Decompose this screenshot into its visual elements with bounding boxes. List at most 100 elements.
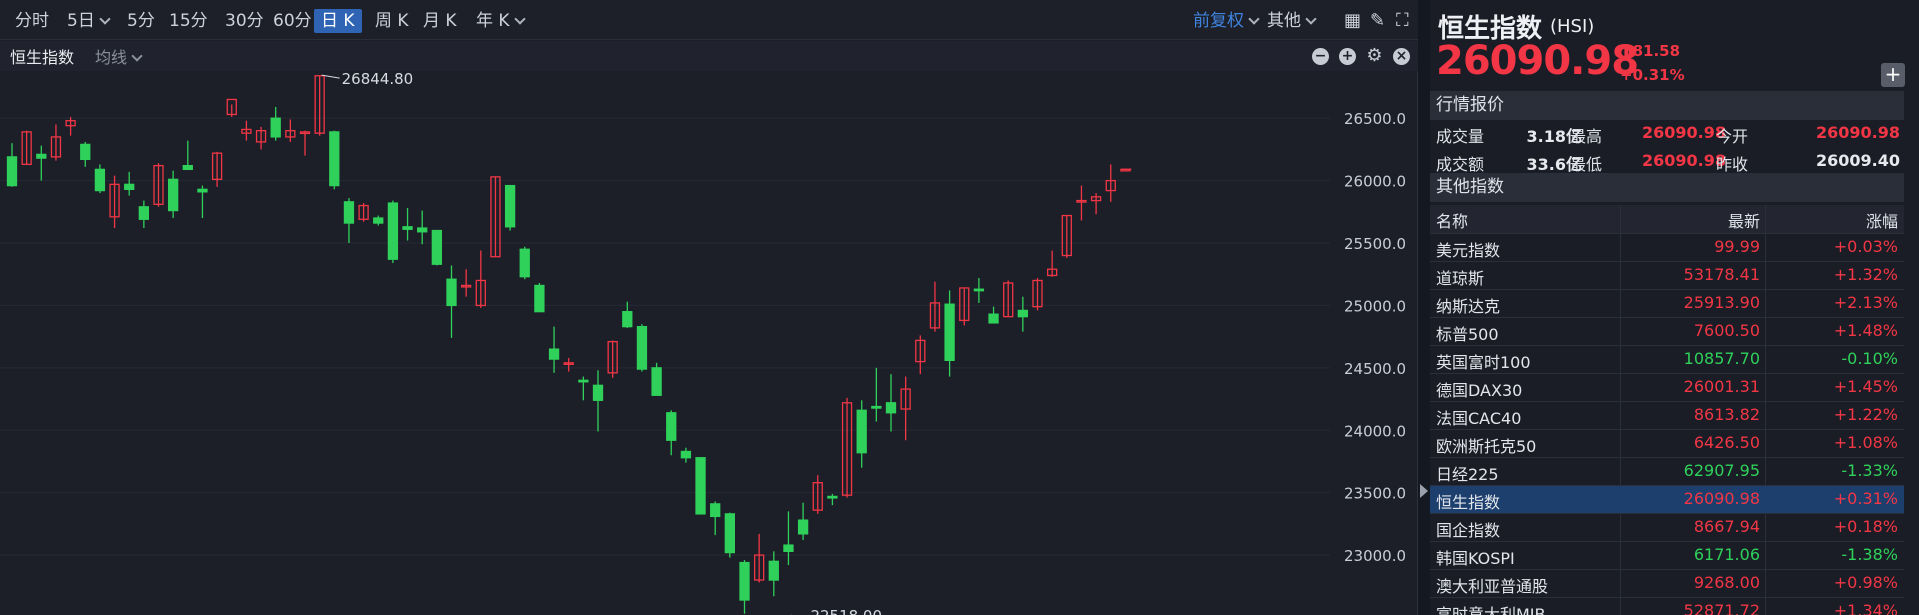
candle[interactable] — [959, 287, 970, 326]
candle[interactable] — [373, 215, 384, 226]
index-row[interactable]: 国企指数 8667.94 +0.18% — [1430, 513, 1904, 541]
candle[interactable] — [666, 410, 677, 456]
candle[interactable] — [578, 376, 589, 401]
candle[interactable] — [1017, 296, 1028, 332]
candle[interactable] — [827, 493, 838, 506]
timeframe-button-9[interactable]: 年 K — [469, 9, 531, 33]
candle[interactable] — [695, 457, 706, 515]
index-row[interactable]: 富时意大利MIB 52871.72 +1.34% — [1430, 597, 1904, 615]
index-row[interactable]: 法国CAC40 8613.82 +1.22% — [1430, 401, 1904, 429]
candle[interactable] — [109, 175, 120, 229]
candle[interactable] — [1003, 280, 1014, 318]
zoom-out-icon[interactable]: − — [1312, 48, 1329, 65]
index-row[interactable]: 澳大利亚普通股 9268.00 +0.98% — [1430, 569, 1904, 597]
timeframe-button-5[interactable]: 60分 — [266, 9, 319, 33]
close-icon[interactable]: × — [1393, 48, 1410, 65]
candle[interactable] — [973, 277, 985, 303]
candle[interactable] — [241, 120, 252, 141]
index-row[interactable]: 标普500 7600.50 +1.48% — [1430, 317, 1904, 345]
candle[interactable] — [797, 502, 809, 541]
candle[interactable] — [197, 185, 208, 219]
index-row[interactable]: 道琼斯 53178.41 +1.32% — [1430, 261, 1904, 289]
candle[interactable] — [592, 370, 604, 432]
ma-dropdown[interactable]: 均线 — [95, 44, 143, 68]
candle[interactable] — [563, 357, 574, 372]
candlestick-chart[interactable]: 26500.0 26000.0 25500.0 25000.0 24500.0 24000… — [0, 72, 1418, 615]
candle[interactable] — [768, 551, 779, 597]
candle[interactable] — [167, 170, 179, 219]
candle[interactable] — [475, 250, 486, 308]
candle[interactable] — [680, 447, 692, 463]
candle[interactable] — [211, 151, 223, 187]
pencil-draw-icon[interactable]: ✎ — [1363, 9, 1392, 33]
candle[interactable] — [431, 229, 443, 266]
candle[interactable] — [446, 265, 457, 338]
candle[interactable] — [871, 367, 882, 422]
index-row[interactable]: 英国富时100 10857.70 -0.10% — [1430, 345, 1904, 373]
candle[interactable] — [226, 98, 237, 117]
candle[interactable] — [314, 75, 325, 136]
timeframe-button-1[interactable]: 5日 — [60, 9, 116, 33]
candle[interactable] — [65, 116, 76, 136]
other-dropdown[interactable]: 其他 — [1260, 9, 1322, 33]
candle[interactable] — [812, 475, 823, 514]
candle[interactable] — [255, 126, 267, 150]
candle[interactable] — [80, 141, 91, 167]
candle[interactable] — [548, 326, 560, 373]
candle[interactable] — [783, 511, 794, 566]
candle[interactable] — [358, 203, 369, 222]
candle[interactable] — [417, 210, 428, 245]
candle[interactable] — [1105, 164, 1116, 202]
timeframe-button-3[interactable]: 15分 — [162, 9, 215, 33]
panel-collapse-arrow-icon[interactable] — [1420, 484, 1428, 498]
index-row[interactable]: 恒生指数 26090.98 +0.31% — [1430, 485, 1904, 513]
candle[interactable] — [6, 143, 18, 187]
candle[interactable] — [285, 119, 296, 142]
candle[interactable] — [534, 282, 545, 313]
timeframe-button-0[interactable]: 分时 — [8, 9, 56, 33]
candle[interactable] — [490, 176, 501, 258]
candle[interactable] — [36, 145, 47, 181]
candle[interactable] — [710, 501, 721, 536]
index-row[interactable]: 美元指数 99.99 +0.03% — [1430, 233, 1904, 261]
candle[interactable] — [739, 560, 750, 614]
candle[interactable] — [94, 164, 106, 194]
timeframe-button-7[interactable]: 周 K — [368, 9, 416, 33]
candle[interactable] — [138, 200, 150, 229]
candle[interactable] — [124, 171, 135, 196]
candle[interactable] — [387, 200, 399, 263]
candle[interactable] — [856, 400, 867, 468]
candle[interactable] — [402, 208, 413, 241]
candle[interactable] — [651, 362, 662, 396]
candle[interactable] — [1090, 193, 1102, 215]
timeframe-button-8[interactable]: 月 K — [416, 9, 464, 33]
settings-gear-icon[interactable]: ⚙ — [1366, 47, 1383, 65]
index-row[interactable]: 德国DAX30 26001.31 +1.45% — [1430, 373, 1904, 401]
candle[interactable] — [343, 198, 355, 244]
candle[interactable] — [754, 533, 765, 583]
index-row[interactable]: 欧洲斯托克50 6426.50 +1.08% — [1430, 429, 1904, 457]
candle[interactable] — [270, 106, 281, 141]
candle[interactable] — [460, 269, 472, 297]
candle[interactable] — [607, 340, 618, 378]
candle[interactable] — [21, 130, 32, 166]
candle[interactable] — [299, 130, 311, 156]
candle[interactable] — [1076, 185, 1087, 221]
candle[interactable] — [50, 124, 62, 161]
candle[interactable] — [153, 163, 164, 207]
timeframe-button-6[interactable]: 日 K — [314, 9, 362, 33]
adjust-dropdown[interactable]: 前复权 — [1186, 9, 1265, 33]
candle[interactable] — [504, 184, 516, 231]
timeframe-button-4[interactable]: 30分 — [218, 9, 271, 33]
zoom-in-icon[interactable]: + — [1339, 48, 1356, 65]
index-row[interactable]: 韩国KOSPI 6171.06 -1.38% — [1430, 541, 1904, 569]
index-row[interactable]: 纳斯达克 25913.90 +2.13% — [1430, 289, 1904, 317]
candle[interactable] — [724, 512, 735, 558]
candle[interactable] — [885, 374, 897, 432]
candle[interactable] — [841, 397, 853, 498]
candle[interactable] — [182, 140, 193, 171]
candle[interactable] — [988, 306, 999, 324]
fullscreen-icon[interactable]: ⛶ — [1389, 9, 1416, 33]
candle[interactable] — [944, 290, 955, 377]
candle[interactable] — [636, 324, 648, 372]
